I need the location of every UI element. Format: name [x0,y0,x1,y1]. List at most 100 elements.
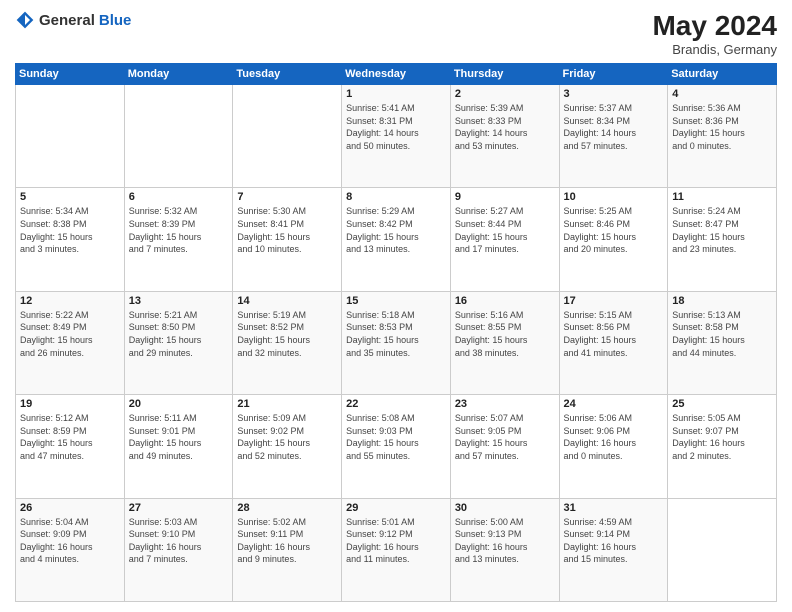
day-cell: 20 Sunrise: 5:11 AM Sunset: 9:01 PM Dayli… [124,395,233,498]
day-info: Sunrise: 5:05 AM Sunset: 9:07 PM Dayligh… [672,412,772,462]
day-cell [124,85,233,188]
day-number: 11 [672,191,772,203]
day-cell: 22Sunrise: 5:08 AM Sunset: 9:03 PM Dayli… [342,395,451,498]
day-cell [233,85,342,188]
day-number: 1 [346,88,446,100]
day-cell: 19 Sunrise: 5:12 AM Sunset: 8:59 PM Dayli… [16,395,125,498]
day-number: 24 [564,398,664,410]
week-row-1: 1 Sunrise: 5:41 AM Sunset: 8:31 PM Daylig… [16,85,777,188]
logo-icon [15,10,35,30]
day-cell: 17Sunrise: 5:15 AM Sunset: 8:56 PM Dayli… [559,291,668,394]
day-number: 18 [672,295,772,307]
day-info: Sunrise: 5:41 AM Sunset: 8:31 PM Dayligh… [346,102,446,152]
day-cell: 23 Sunrise: 5:07 AM Sunset: 9:05 PM Dayli… [450,395,559,498]
weekday-header-tuesday: Tuesday [233,64,342,85]
week-row-4: 19 Sunrise: 5:12 AM Sunset: 8:59 PM Dayli… [16,395,777,498]
day-cell: 24 Sunrise: 5:06 AM Sunset: 9:06 PM Dayli… [559,395,668,498]
day-info: Sunrise: 5:18 AM Sunset: 8:53 PM Dayligh… [346,309,446,359]
day-cell: 31Sunrise: 4:59 AM Sunset: 9:14 PM Dayli… [559,498,668,601]
day-number: 9 [455,191,555,203]
day-number: 5 [20,191,120,203]
logo: General Blue [15,10,131,30]
week-row-5: 26 Sunrise: 5:04 AM Sunset: 9:09 PM Dayli… [16,498,777,601]
day-number: 29 [346,502,446,514]
day-number: 20 [129,398,229,410]
day-info: Sunrise: 5:06 AM Sunset: 9:06 PM Dayligh… [564,412,664,462]
page: General Blue May 2024 Brandis, Germany S… [0,0,792,612]
day-info: Sunrise: 5:07 AM Sunset: 9:05 PM Dayligh… [455,412,555,462]
day-info: Sunrise: 5:36 AM Sunset: 8:36 PM Dayligh… [672,102,772,152]
day-info: Sunrise: 5:11 AM Sunset: 9:01 PM Dayligh… [129,412,229,462]
day-number: 15 [346,295,446,307]
day-info: Sunrise: 4:59 AM Sunset: 9:14 PM Dayligh… [564,516,664,566]
day-info: Sunrise: 5:02 AM Sunset: 9:11 PM Dayligh… [237,516,337,566]
day-info: Sunrise: 5:22 AM Sunset: 8:49 PM Dayligh… [20,309,120,359]
day-info: Sunrise: 5:01 AM Sunset: 9:12 PM Dayligh… [346,516,446,566]
title-block: May 2024 Brandis, Germany [652,10,777,57]
day-info: Sunrise: 5:32 AM Sunset: 8:39 PM Dayligh… [129,205,229,255]
calendar-table: SundayMondayTuesdayWednesdayThursdayFrid… [15,63,777,602]
day-cell: 9 Sunrise: 5:27 AM Sunset: 8:44 PM Daylig… [450,188,559,291]
day-cell: 4 Sunrise: 5:36 AM Sunset: 8:36 PM Daylig… [668,85,777,188]
day-cell [668,498,777,601]
day-number: 7 [237,191,337,203]
day-number: 27 [129,502,229,514]
day-info: Sunrise: 5:09 AM Sunset: 9:02 PM Dayligh… [237,412,337,462]
day-number: 6 [129,191,229,203]
weekday-header-row: SundayMondayTuesdayWednesdayThursdayFrid… [16,64,777,85]
day-number: 23 [455,398,555,410]
day-info: Sunrise: 5:03 AM Sunset: 9:10 PM Dayligh… [129,516,229,566]
day-cell: 15 Sunrise: 5:18 AM Sunset: 8:53 PM Dayli… [342,291,451,394]
day-cell: 14Sunrise: 5:19 AM Sunset: 8:52 PM Dayli… [233,291,342,394]
day-cell: 2Sunrise: 5:39 AM Sunset: 8:33 PM Daylig… [450,85,559,188]
day-info: Sunrise: 5:04 AM Sunset: 9:09 PM Dayligh… [20,516,120,566]
day-cell: 12 Sunrise: 5:22 AM Sunset: 8:49 PM Dayli… [16,291,125,394]
day-number: 21 [237,398,337,410]
logo-blue: Blue [99,12,132,29]
day-number: 3 [564,88,664,100]
weekday-header-thursday: Thursday [450,64,559,85]
location: Brandis, Germany [652,42,777,57]
day-number: 26 [20,502,120,514]
day-info: Sunrise: 5:24 AM Sunset: 8:47 PM Dayligh… [672,205,772,255]
header: General Blue May 2024 Brandis, Germany [15,10,777,57]
day-info: Sunrise: 5:29 AM Sunset: 8:42 PM Dayligh… [346,205,446,255]
day-number: 19 [20,398,120,410]
day-cell: 7 Sunrise: 5:30 AM Sunset: 8:41 PM Daylig… [233,188,342,291]
day-cell: 21 Sunrise: 5:09 AM Sunset: 9:02 PM Dayli… [233,395,342,498]
day-info: Sunrise: 5:34 AM Sunset: 8:38 PM Dayligh… [20,205,120,255]
weekday-header-saturday: Saturday [668,64,777,85]
day-number: 13 [129,295,229,307]
day-cell: 25 Sunrise: 5:05 AM Sunset: 9:07 PM Dayli… [668,395,777,498]
day-cell [16,85,125,188]
day-cell: 13Sunrise: 5:21 AM Sunset: 8:50 PM Dayli… [124,291,233,394]
day-cell: 16 Sunrise: 5:16 AM Sunset: 8:55 PM Dayli… [450,291,559,394]
day-cell: 11 Sunrise: 5:24 AM Sunset: 8:47 PM Dayli… [668,188,777,291]
day-info: Sunrise: 5:08 AM Sunset: 9:03 PM Dayligh… [346,412,446,462]
day-number: 10 [564,191,664,203]
day-info: Sunrise: 5:37 AM Sunset: 8:34 PM Dayligh… [564,102,664,152]
calendar: SundayMondayTuesdayWednesdayThursdayFrid… [15,63,777,602]
day-number: 12 [20,295,120,307]
calendar-body: 1 Sunrise: 5:41 AM Sunset: 8:31 PM Daylig… [16,85,777,602]
day-cell: 8Sunrise: 5:29 AM Sunset: 8:42 PM Daylig… [342,188,451,291]
day-info: Sunrise: 5:13 AM Sunset: 8:58 PM Dayligh… [672,309,772,359]
day-cell: 18 Sunrise: 5:13 AM Sunset: 8:58 PM Dayli… [668,291,777,394]
day-info: Sunrise: 5:30 AM Sunset: 8:41 PM Dayligh… [237,205,337,255]
day-cell: 3 Sunrise: 5:37 AM Sunset: 8:34 PM Daylig… [559,85,668,188]
day-number: 14 [237,295,337,307]
day-number: 16 [455,295,555,307]
day-number: 4 [672,88,772,100]
day-info: Sunrise: 5:16 AM Sunset: 8:55 PM Dayligh… [455,309,555,359]
day-info: Sunrise: 5:15 AM Sunset: 8:56 PM Dayligh… [564,309,664,359]
day-number: 25 [672,398,772,410]
day-cell: 26 Sunrise: 5:04 AM Sunset: 9:09 PM Dayli… [16,498,125,601]
day-info: Sunrise: 5:27 AM Sunset: 8:44 PM Dayligh… [455,205,555,255]
day-info: Sunrise: 5:12 AM Sunset: 8:59 PM Dayligh… [20,412,120,462]
weekday-header-monday: Monday [124,64,233,85]
day-cell: 1 Sunrise: 5:41 AM Sunset: 8:31 PM Daylig… [342,85,451,188]
day-info: Sunrise: 5:25 AM Sunset: 8:46 PM Dayligh… [564,205,664,255]
weekday-header-friday: Friday [559,64,668,85]
day-info: Sunrise: 5:39 AM Sunset: 8:33 PM Dayligh… [455,102,555,152]
day-number: 30 [455,502,555,514]
